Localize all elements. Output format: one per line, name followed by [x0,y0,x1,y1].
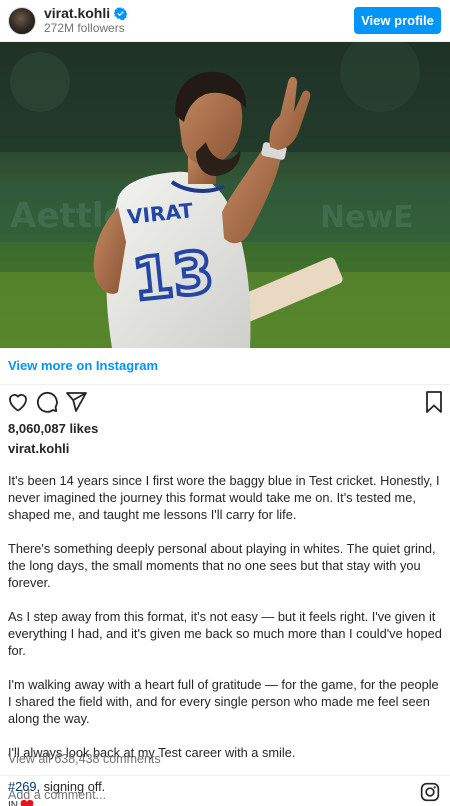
caption-paragraph: I'm walking away with a heart full of gr… [8,677,439,726]
post-header: virat.kohli 272M followers View profile [0,0,450,42]
action-bar [0,390,450,418]
username[interactable]: virat.kohli [44,5,110,21]
avatar[interactable] [8,6,36,35]
svg-text:NewE: NewE [320,200,414,235]
caption-paragraph: As I step away from this format, it's no… [8,609,442,658]
caption-paragraph: It's been 14 years since I first wore th… [8,473,440,522]
username-row: virat.kohli [44,5,128,21]
likes-count[interactable]: 8,060,087 likes [8,421,98,436]
verified-badge-icon [114,6,128,20]
instagram-icon[interactable] [420,782,440,802]
heart-icon[interactable] [6,390,30,414]
share-icon[interactable] [64,390,88,414]
post-photo: Aettle NewE VIRAT 13 [0,42,450,348]
view-all-comments-link[interactable]: View all 638,438 comments [8,752,161,766]
add-comment-input[interactable]: Add a comment... [8,788,106,802]
caption-paragraph: There's something deeply personal about … [8,541,436,590]
jersey-number: 13 [129,238,216,314]
followers-count: 272M followers [44,21,125,36]
comment-icon[interactable] [35,390,59,414]
bookmark-icon[interactable] [424,390,444,414]
view-more-on-instagram-link[interactable]: View more on Instagram [8,358,158,373]
caption-username[interactable]: virat.kohli [8,441,69,456]
profile-info: virat.kohli 272M followers [44,5,128,36]
divider [0,384,450,385]
post-image[interactable]: Aettle NewE VIRAT 13 [0,42,450,348]
divider [0,775,450,776]
view-profile-button[interactable]: View profile [354,7,441,34]
